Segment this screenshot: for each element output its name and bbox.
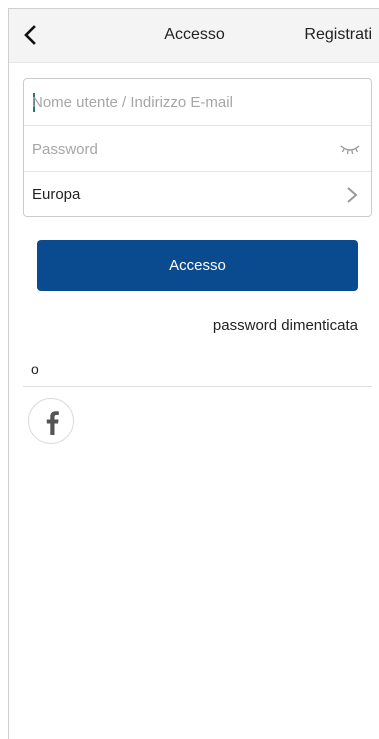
- closed-eye-icon: [340, 145, 360, 155]
- login-button[interactable]: Accesso: [37, 240, 358, 291]
- register-link[interactable]: Registrati: [304, 26, 372, 44]
- divider: [23, 386, 372, 387]
- chevron-right-icon: [347, 187, 358, 203]
- password-visibility-toggle[interactable]: [339, 141, 361, 157]
- region-selector[interactable]: Europa: [24, 171, 371, 216]
- login-screen: Accesso Registrati Europa: [8, 8, 379, 739]
- forgot-password-link[interactable]: password dimenticata: [213, 317, 358, 334]
- password-row: [24, 125, 371, 171]
- password-input[interactable]: [32, 134, 322, 164]
- login-form: Europa: [23, 78, 372, 217]
- or-separator-label: o: [31, 361, 39, 377]
- username-input[interactable]: [32, 87, 322, 117]
- facebook-login-button[interactable]: [28, 398, 74, 444]
- region-value: Europa: [32, 186, 81, 203]
- username-row: [24, 79, 371, 125]
- facebook-icon: [46, 411, 59, 435]
- top-bar: Accesso Registrati: [9, 9, 379, 63]
